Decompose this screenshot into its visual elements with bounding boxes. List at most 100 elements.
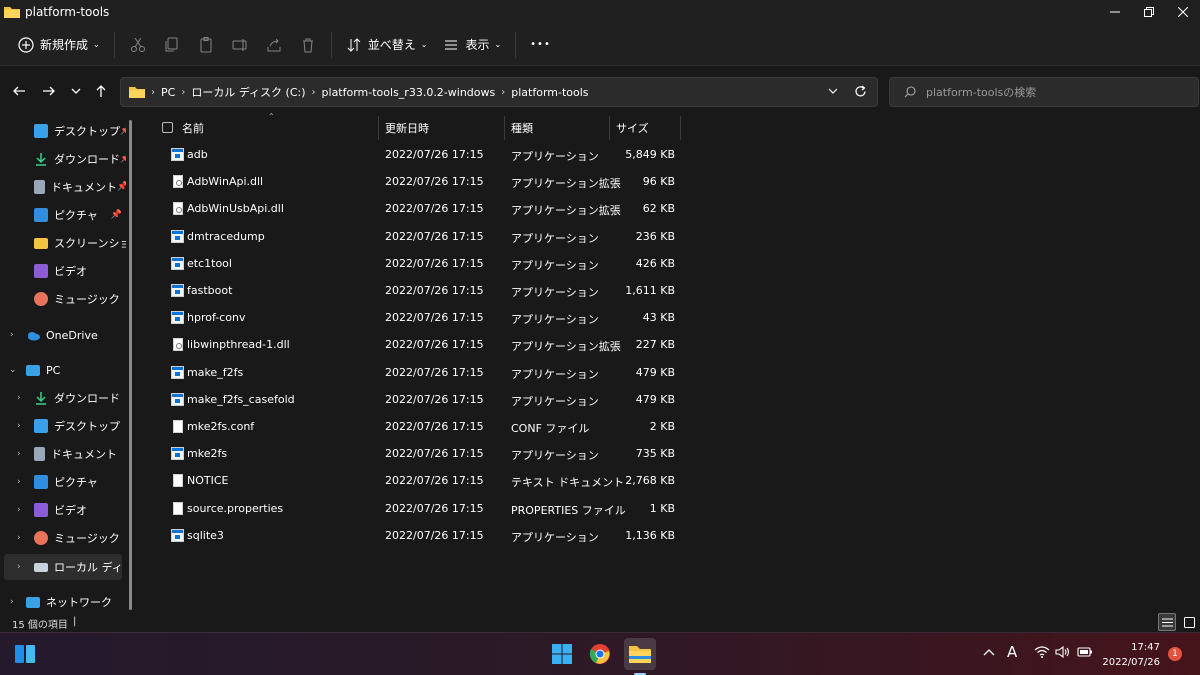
sidebar-item-downloads-pinned[interactable]: ダウンロード 📌: [0, 146, 126, 172]
battery-button[interactable]: [1077, 646, 1093, 661]
file-size: 1,611 KB: [625, 284, 675, 297]
file-row[interactable]: AdbWinUsbApi.dll 2022/07/26 17:15 アプリケーション…: [140, 195, 685, 222]
sidebar-item-network[interactable]: › ネットワーク: [0, 589, 126, 612]
volume-button[interactable]: [1055, 645, 1071, 661]
file-size: 62 KB: [642, 202, 675, 216]
file-row[interactable]: AdbWinApi.dll 2022/07/26 17:15 アプリケーション拡張 9…: [140, 168, 685, 195]
refresh-button[interactable]: [854, 85, 867, 101]
column-header-name[interactable]: 名前 ⌃: [176, 112, 379, 140]
clock[interactable]: 17:47 2022/07/26: [1100, 640, 1160, 670]
column-header-type[interactable]: 種類: [505, 116, 610, 140]
share-button[interactable]: [257, 30, 291, 60]
sidebar-item-onedrive[interactable]: › OneDrive: [0, 322, 126, 348]
application-icon: [171, 311, 184, 325]
file-row[interactable]: mke2fs.conf 2022/07/26 17:15 CONF ファイル 2 KB: [140, 413, 685, 440]
breadcrumb-current[interactable]: platform-tools: [511, 86, 588, 99]
file-row[interactable]: sqlite3 2022/07/26 17:15 アプリケーション 1,136 KB: [140, 522, 685, 549]
column-header-date[interactable]: 更新日時: [379, 116, 505, 140]
sort-label: 並べ替え: [367, 38, 416, 52]
file-row[interactable]: hprof-conv 2022/07/26 17:15 アプリケーション 43 KB: [140, 304, 685, 331]
close-button[interactable]: [1166, 0, 1200, 24]
title-bar: platform-tools: [0, 0, 1200, 24]
details-view-icon: [1161, 618, 1173, 626]
back-button[interactable]: [10, 82, 28, 100]
rename-button[interactable]: [223, 30, 257, 60]
chrome-button[interactable]: [587, 641, 613, 667]
sidebar-item-music-pc[interactable]: › ミュージック: [0, 525, 126, 551]
column-header-size[interactable]: サイズ: [610, 116, 681, 140]
show-hidden-icons-button[interactable]: [983, 646, 995, 660]
chevron-right-icon: ›: [501, 86, 506, 98]
application-icon: [171, 284, 184, 297]
sidebar-item-desktop[interactable]: › デスクトップ: [0, 413, 126, 439]
sidebar-item-local-disk[interactable]: › ローカル ディスク (: [4, 554, 122, 580]
chevron-down-icon: [71, 88, 81, 94]
sidebar-item-pictures-pinned[interactable]: ピクチャ 📌: [0, 202, 126, 228]
forward-button[interactable]: [40, 82, 58, 100]
sidebar-item-documents[interactable]: › ドキュメント: [0, 441, 126, 467]
file-icon: [173, 420, 183, 433]
tiles-view-button[interactable]: [1180, 613, 1198, 631]
sidebar-scrollbar[interactable]: [129, 120, 132, 610]
chevron-down-icon: ⌄: [9, 365, 17, 375]
select-all-checkbox[interactable]: [162, 122, 173, 133]
delete-button[interactable]: [291, 30, 325, 60]
widgets-button[interactable]: [12, 641, 38, 667]
sidebar-item-downloads[interactable]: › ダウンロード: [0, 385, 126, 411]
arrow-left-icon: [13, 86, 25, 96]
cut-button[interactable]: [121, 30, 155, 60]
sidebar-item-label: スクリーンショット: [54, 237, 126, 250]
file-row[interactable]: adb 2022/07/26 17:15 アプリケーション 5,849 KB: [140, 141, 685, 168]
file-row[interactable]: NOTICE 2022/07/26 17:15 テキスト ドキュメント 2,768 K…: [140, 467, 685, 494]
new-button[interactable]: 新規作成 ⌄: [10, 30, 108, 60]
file-row[interactable]: etc1tool 2022/07/26 17:15 アプリケーション 426 KB: [140, 250, 685, 277]
sidebar-item-pc[interactable]: ⌄ PC: [0, 357, 126, 383]
recent-locations-button[interactable]: [67, 82, 85, 100]
sidebar-item-videos-pc[interactable]: › ビデオ: [0, 497, 126, 523]
details-view-button[interactable]: [1158, 613, 1176, 631]
clipboard-icon: [200, 36, 212, 52]
chevron-up-icon: [983, 649, 995, 656]
file-row[interactable]: libwinpthread-1.dll 2022/07/26 17:15 アプリケー…: [140, 331, 685, 358]
view-button[interactable]: 表示 ⌄: [435, 30, 509, 60]
address-dropdown-button[interactable]: [827, 85, 839, 100]
restore-button[interactable]: [1132, 0, 1166, 24]
search-input[interactable]: [926, 85, 1186, 99]
address-bar[interactable]: › PC › ローカル ディスク (C:) › platform-tools_r…: [120, 77, 878, 107]
dll-file-icon: [173, 338, 183, 352]
file-row[interactable]: make_f2fs 2022/07/26 17:15 アプリケーション 479 KB: [140, 359, 685, 386]
sidebar-item-documents-pinned[interactable]: ドキュメント 📌: [0, 174, 126, 200]
file-date: 2022/07/26 17:15: [385, 148, 484, 161]
more-button[interactable]: •••: [522, 30, 559, 60]
sidebar-item-desktop-pinned[interactable]: デスクトップ 📌: [0, 118, 126, 144]
search-icon: [904, 86, 916, 98]
sidebar-item-label: OneDrive: [46, 328, 98, 342]
up-button[interactable]: [92, 82, 110, 100]
sort-button[interactable]: 並べ替え ⌄: [338, 30, 436, 60]
sidebar-item-screenshots[interactable]: スクリーンショット: [0, 230, 126, 256]
breadcrumb-local-disk[interactable]: ローカル ディスク (C:): [191, 84, 305, 100]
file-row[interactable]: mke2fs 2022/07/26 17:15 アプリケーション 735 KB: [140, 440, 685, 467]
file-row[interactable]: dmtracedump 2022/07/26 17:15 アプリケーション 236 K…: [140, 223, 685, 250]
wifi-button[interactable]: [1034, 646, 1050, 661]
sidebar-item-pictures[interactable]: › ピクチャ: [0, 469, 126, 495]
chevron-down-icon: ⌄: [93, 40, 100, 49]
file-row[interactable]: make_f2fs_casefold 2022/07/26 17:15 アプリケーシ…: [140, 386, 685, 413]
file-row[interactable]: fastboot 2022/07/26 17:15 アプリケーション 1,611 KB: [140, 277, 685, 304]
breadcrumb-pc[interactable]: PC: [161, 86, 175, 99]
minimize-button[interactable]: [1098, 0, 1132, 24]
search-box[interactable]: [889, 77, 1199, 107]
navigation-pane: デスクトップ 📌 ダウンロード 📌 ドキュメント 📌 ピクチャ 📌 スクリーンシ…: [0, 116, 138, 612]
pin-icon: 📌: [110, 210, 122, 220]
sidebar-item-music[interactable]: ミュージック: [0, 286, 126, 312]
breadcrumb-platform-tools-folder[interactable]: platform-tools_r33.0.2-windows: [322, 86, 496, 99]
paste-button[interactable]: [189, 30, 223, 60]
notification-badge[interactable]: 1: [1168, 647, 1182, 661]
sidebar-item-videos[interactable]: ビデオ: [0, 258, 126, 284]
copy-button[interactable]: [155, 30, 189, 60]
file-date: 2022/07/26 17:15: [385, 447, 484, 461]
file-explorer-button[interactable]: [624, 638, 656, 670]
file-row[interactable]: source.properties 2022/07/26 17:15 PROPERT…: [140, 495, 685, 522]
ime-mode-indicator[interactable]: A: [1007, 643, 1017, 661]
start-button[interactable]: [549, 641, 575, 667]
